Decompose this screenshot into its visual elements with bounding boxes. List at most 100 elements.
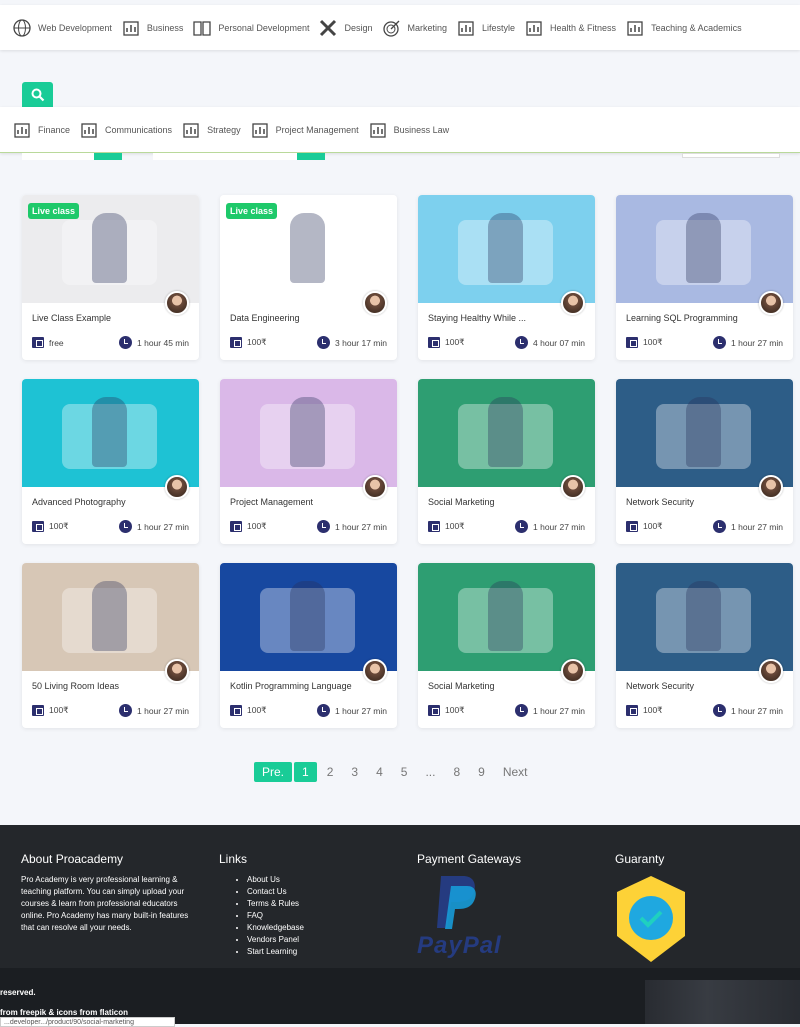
- course-duration: 1 hour 27 min: [335, 705, 387, 716]
- category-marketing[interactable]: Marketing: [381, 18, 447, 38]
- course-card[interactable]: 50 Living Room Ideas 100₹ 1 hour 27 min: [22, 563, 199, 728]
- course-title[interactable]: Live Class Example: [32, 313, 111, 323]
- instructor-avatar[interactable]: [759, 475, 783, 499]
- course-price: 100₹: [49, 521, 69, 531]
- course-card[interactable]: Network Security 100₹ 1 hour 27 min: [616, 563, 793, 728]
- footer-link[interactable]: Vendors Panel: [247, 934, 304, 946]
- instructor-avatar[interactable]: [759, 291, 783, 315]
- course-duration: 1 hour 45 min: [137, 337, 189, 348]
- course-price: 100₹: [247, 521, 267, 531]
- course-title[interactable]: Data Engineering: [230, 313, 300, 323]
- course-thumbnail[interactable]: [418, 379, 595, 487]
- course-card[interactable]: Network Security 100₹ 1 hour 27 min: [616, 379, 793, 544]
- course-card[interactable]: Social Marketing 100₹ 1 hour 27 min: [418, 563, 595, 728]
- course-card[interactable]: Live class Data Engineering 100₹ 3 hour …: [220, 195, 397, 360]
- course-thumbnail[interactable]: [22, 563, 199, 671]
- category-finance[interactable]: Finance: [12, 120, 70, 140]
- course-card[interactable]: Learning SQL Programming 100₹ 1 hour 27 …: [616, 195, 793, 360]
- instructor-avatar[interactable]: [165, 475, 189, 499]
- footer-link[interactable]: Knowledgebase: [247, 922, 304, 934]
- category-strategy[interactable]: Strategy: [181, 120, 241, 140]
- page-2[interactable]: 2: [319, 762, 342, 782]
- wallet-icon: [230, 521, 242, 532]
- course-duration: 1 hour 27 min: [731, 337, 783, 348]
- footer-link[interactable]: Terms & Rules: [247, 898, 304, 910]
- course-title[interactable]: Advanced Photography: [32, 497, 126, 507]
- instructor-avatar[interactable]: [759, 659, 783, 683]
- footer-link[interactable]: Contact Us: [247, 886, 304, 898]
- instructor-avatar[interactable]: [561, 291, 585, 315]
- course-thumbnail[interactable]: [418, 563, 595, 671]
- instructor-avatar[interactable]: [363, 475, 387, 499]
- course-title[interactable]: Social Marketing: [428, 497, 495, 507]
- course-thumbnail[interactable]: [220, 379, 397, 487]
- category-label: Personal Development: [218, 22, 310, 33]
- course-duration: 3 hour 17 min: [335, 337, 387, 348]
- course-title[interactable]: Project Management: [230, 497, 313, 507]
- page-ellipsis: ...: [425, 765, 436, 779]
- page-9[interactable]: 9: [470, 762, 493, 782]
- course-title[interactable]: Network Security: [626, 497, 694, 507]
- course-card[interactable]: Kotlin Programming Language 100₹ 1 hour …: [220, 563, 397, 728]
- wallet-icon: [626, 337, 638, 348]
- page-1[interactable]: 1: [294, 762, 317, 782]
- footer-link[interactable]: Start Learning: [247, 946, 304, 958]
- course-duration: 1 hour 27 min: [137, 521, 189, 532]
- building-icon: [250, 120, 270, 140]
- page-3[interactable]: 3: [343, 762, 366, 782]
- category-web-development[interactable]: Web Development: [12, 18, 112, 38]
- search-button[interactable]: [22, 82, 53, 108]
- course-title[interactable]: Kotlin Programming Language: [230, 681, 352, 691]
- copyright-text: reserved.: [0, 988, 36, 997]
- course-price: 100₹: [247, 337, 267, 347]
- category-project-management[interactable]: Project Management: [250, 120, 359, 140]
- course-thumbnail[interactable]: Live class: [22, 195, 199, 303]
- course-thumbnail[interactable]: [22, 379, 199, 487]
- category-teaching-academics[interactable]: Teaching & Academics: [625, 18, 742, 38]
- course-price: 100₹: [643, 705, 663, 715]
- category-label: Business: [146, 22, 184, 33]
- prev-page-button[interactable]: Pre.: [254, 762, 293, 782]
- page-5[interactable]: 5: [393, 762, 416, 782]
- course-thumbnail[interactable]: [616, 379, 793, 487]
- course-title[interactable]: 50 Living Room Ideas: [32, 681, 119, 691]
- course-thumbnail[interactable]: [616, 563, 793, 671]
- footer-link[interactable]: FAQ: [247, 910, 304, 922]
- wallet-icon: [32, 337, 44, 348]
- course-title[interactable]: Learning SQL Programming: [626, 313, 738, 323]
- course-card[interactable]: Social Marketing 100₹ 1 hour 27 min: [418, 379, 595, 544]
- course-thumbnail[interactable]: Live class: [220, 195, 397, 303]
- instructor-avatar[interactable]: [165, 291, 189, 315]
- footer-link[interactable]: About Us: [247, 874, 304, 886]
- category-lifestyle[interactable]: Lifestyle: [456, 18, 515, 38]
- shield-check-icon: [617, 876, 685, 962]
- category-business-law[interactable]: Business Law: [368, 120, 449, 140]
- course-title[interactable]: Staying Healthy While ...: [428, 313, 526, 323]
- category-business[interactable]: Business: [121, 18, 184, 38]
- course-thumbnail[interactable]: [418, 195, 595, 303]
- category-health-fitness[interactable]: Health & Fitness: [524, 18, 616, 38]
- course-thumbnail[interactable]: [220, 563, 397, 671]
- wallet-icon: [626, 705, 638, 716]
- instructor-avatar[interactable]: [561, 659, 585, 683]
- instructor-avatar[interactable]: [363, 291, 387, 315]
- next-page-button[interactable]: Next: [495, 762, 536, 782]
- course-card[interactable]: Project Management 100₹ 1 hour 27 min: [220, 379, 397, 544]
- course-card[interactable]: Staying Healthy While ... 100₹ 4 hour 07…: [418, 195, 595, 360]
- category-communications[interactable]: Communications: [79, 120, 172, 140]
- course-price: free: [49, 337, 64, 348]
- category-label: Project Management: [275, 124, 359, 135]
- course-card[interactable]: Live class Live Class Example free 1 hou…: [22, 195, 199, 360]
- course-thumbnail[interactable]: [616, 195, 793, 303]
- instructor-avatar[interactable]: [561, 475, 585, 499]
- course-card[interactable]: Advanced Photography 100₹ 1 hour 27 min: [22, 379, 199, 544]
- instructor-avatar[interactable]: [165, 659, 189, 683]
- category-design[interactable]: Design: [318, 18, 372, 38]
- instructor-avatar[interactable]: [363, 659, 387, 683]
- category-personal-development[interactable]: Personal Development: [192, 18, 309, 38]
- wallet-icon: [428, 521, 440, 532]
- page-4[interactable]: 4: [368, 762, 391, 782]
- course-title[interactable]: Network Security: [626, 681, 694, 691]
- course-title[interactable]: Social Marketing: [428, 681, 495, 691]
- page-8[interactable]: 8: [445, 762, 468, 782]
